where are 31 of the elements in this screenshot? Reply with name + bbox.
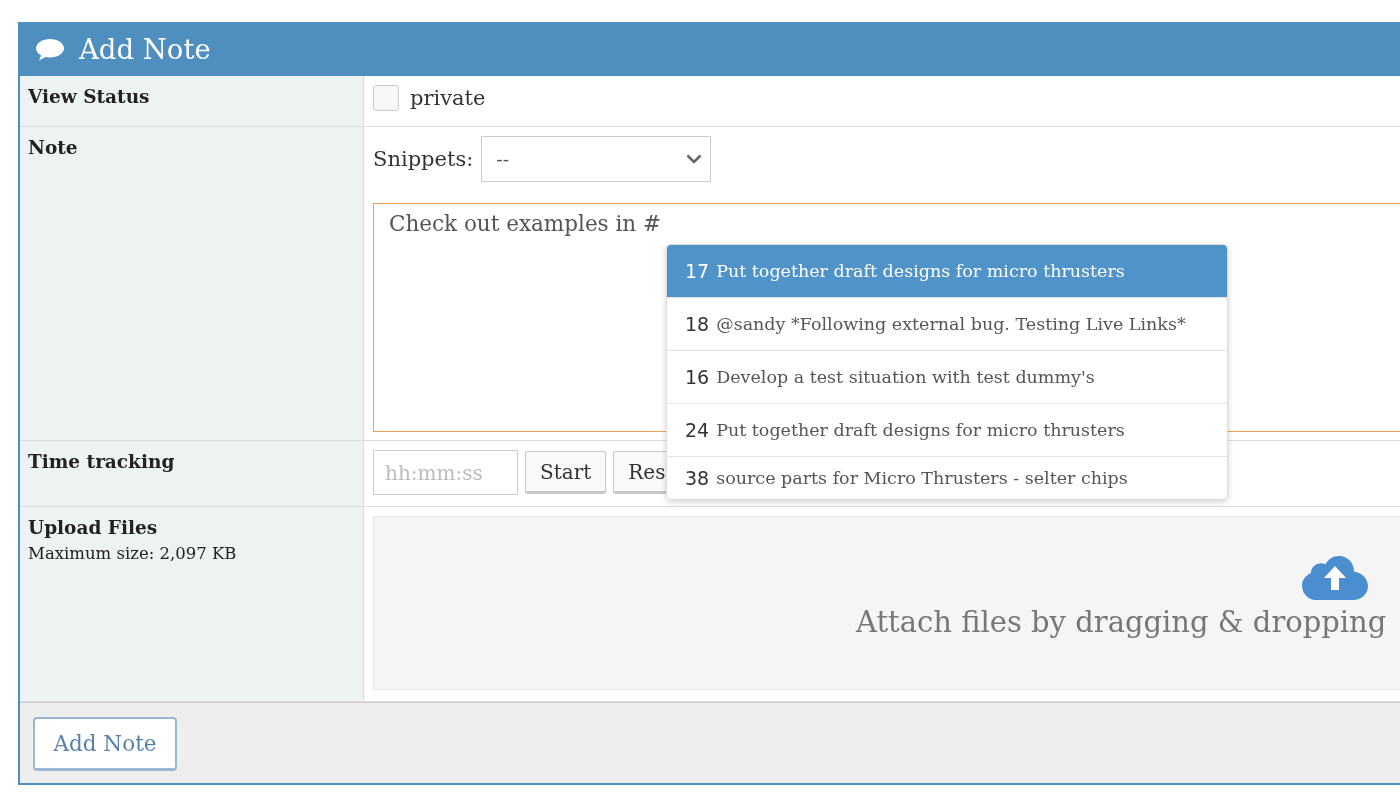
snippets-label: Snippets:	[373, 147, 474, 171]
size-hint: Maximum size: 2,097 KB	[28, 544, 237, 563]
start-button[interactable]: Start	[525, 451, 607, 494]
suggestion-item[interactable]: 18 @sandy *Following external bug. Testing Live Links*	[667, 297, 1227, 350]
dropzone-text: Attach files by dragging & dropping	[856, 605, 1387, 639]
file-dropzone[interactable]: Attach files by dragging & dropping	[373, 516, 1400, 690]
add-note-button[interactable]: Add Note	[33, 717, 177, 771]
checkbox-label[interactable]: private	[410, 86, 486, 110]
issue-number: 17	[685, 260, 710, 282]
issue-title: Develop a test situation with test dummy's	[716, 367, 1095, 387]
row-label: Note	[28, 136, 78, 160]
issue-title: @sandy *Following external bug. Testing Live Links*	[716, 314, 1186, 334]
cloud-upload-icon	[1302, 553, 1368, 601]
speech-bubble-icon	[35, 37, 65, 61]
issue-title: source parts for Micro Thrusters - selter chips	[716, 468, 1128, 488]
suggestion-item[interactable]: 24 Put together draft designs for micro thrusters	[667, 403, 1227, 456]
issue-title: Put together draft designs for micro thrusters	[716, 420, 1125, 440]
private-checkbox[interactable]	[373, 85, 399, 111]
suggestion-item[interactable]: 16 Develop a test situation with test dummy's	[667, 350, 1227, 403]
issue-title: Put together draft designs for micro thrusters	[716, 261, 1125, 281]
issue-number: 16	[685, 366, 710, 388]
suggestion-item[interactable]: 38 source parts for Micro Thrusters - selter chips	[667, 456, 1227, 499]
chevron-down-icon	[686, 154, 703, 164]
issue-number: 18	[685, 313, 710, 335]
panel-title: Add Note	[79, 33, 211, 65]
snippets-select[interactable]: --	[481, 136, 712, 182]
time-input[interactable]: hh:mm:ss	[373, 450, 518, 495]
row-label: View Status	[28, 85, 150, 109]
issue-number: 24	[685, 419, 710, 441]
row-label: Upload Files	[28, 516, 158, 540]
row-label: Time tracking	[28, 450, 175, 474]
